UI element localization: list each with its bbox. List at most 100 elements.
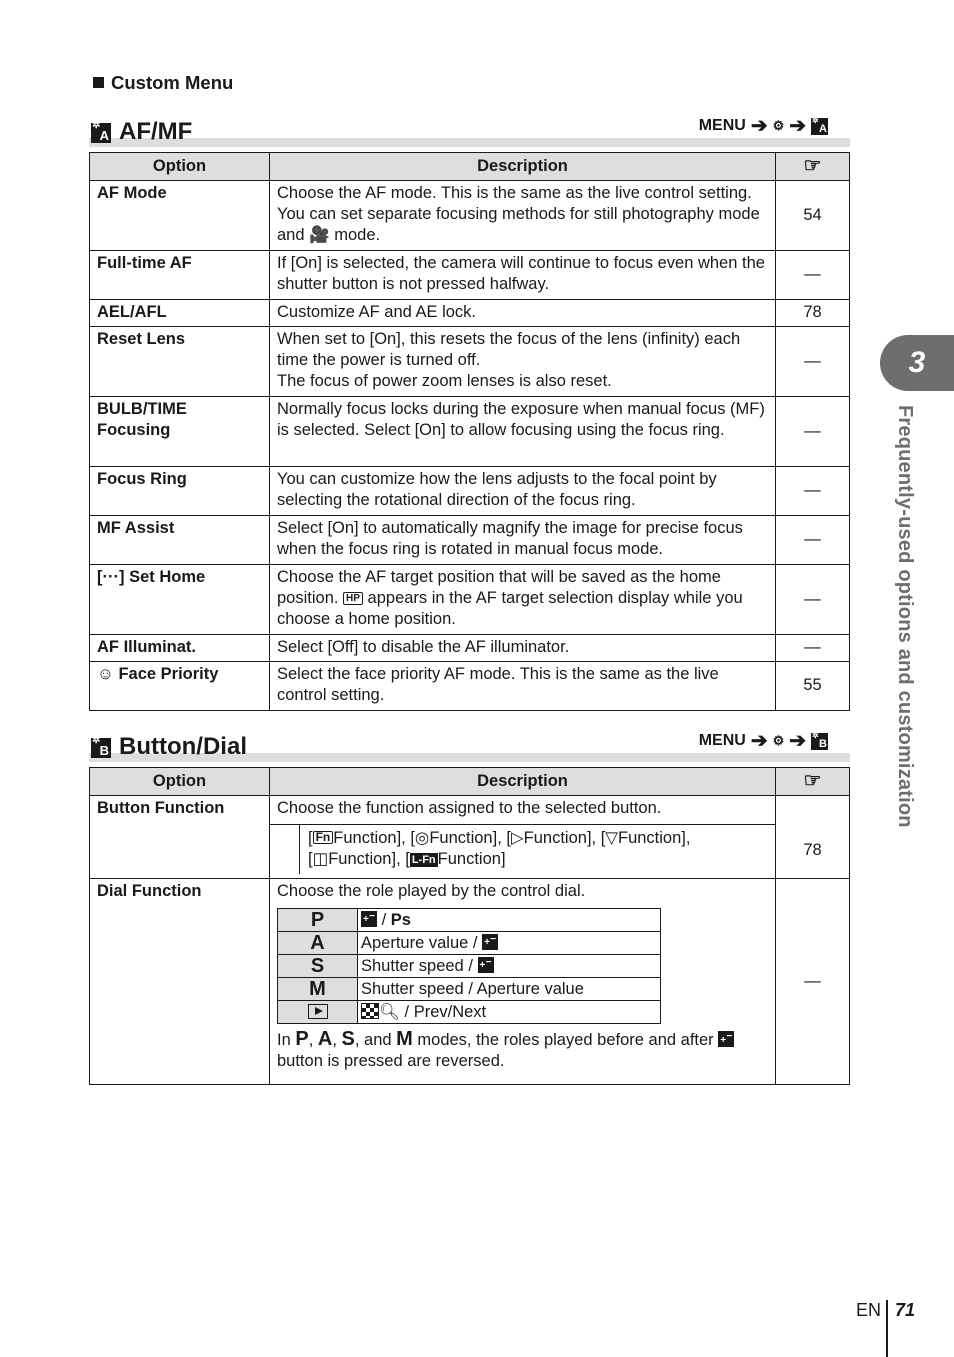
header-description: Description bbox=[269, 152, 776, 181]
right-arrow-button-icon: ▷ bbox=[510, 829, 524, 847]
menu-label: MENU bbox=[698, 117, 746, 134]
page-ref: — bbox=[775, 634, 850, 662]
option-description: Normally focus locks during the exposure… bbox=[269, 396, 776, 467]
option-name: AEL/AFL bbox=[89, 299, 270, 327]
table-row: ☺ Face Priority Select the face priority… bbox=[89, 661, 850, 711]
fn-button-icon: Fn bbox=[312, 831, 334, 844]
dial-row: A Aperture value / + − bbox=[277, 931, 661, 955]
exposure-compensation-icon: + − bbox=[482, 934, 499, 950]
option-name: AF Illuminat. bbox=[89, 634, 270, 662]
exposure-compensation-icon: + − bbox=[361, 911, 377, 927]
option-name: BULB/TIME Focusing bbox=[89, 396, 270, 467]
playback-icon bbox=[307, 1004, 328, 1019]
footer-divider bbox=[886, 1300, 888, 1357]
option-name: Full-time AF bbox=[89, 250, 270, 300]
option-description: Choose the function assigned to the sele… bbox=[269, 795, 776, 879]
table-row: Focus Ring You can customize how the len… bbox=[89, 466, 850, 516]
option-description: Select [Off] to disable the AF illuminat… bbox=[269, 634, 776, 662]
table-header-row: Option Description ☞ bbox=[89, 152, 850, 181]
bullet-square-icon bbox=[93, 77, 104, 88]
down-arrow-button-icon: ▽ bbox=[605, 829, 618, 847]
dial-mode-table: P + − / Ps A Aperture value / + − S Shutte… bbox=[277, 908, 661, 1024]
page-ref: — bbox=[775, 515, 850, 565]
magnify-icon: 🔍︎ bbox=[379, 1003, 400, 1021]
option-description: If [On] is selected, the camera will con… bbox=[269, 250, 776, 300]
table-row: AEL/AFL Customize AF and AE lock. 78 bbox=[89, 299, 850, 327]
custom-menu-gear-icon: ⚙ bbox=[772, 118, 785, 133]
option-name: Reset Lens bbox=[89, 326, 270, 397]
table-row: Dial Function Choose the role played by … bbox=[89, 878, 850, 1085]
option-description: Customize AF and AE lock. bbox=[269, 299, 776, 327]
table-row: AF Mode Choose the AF mode. This is the … bbox=[89, 180, 850, 251]
option-name: [···] Set Home bbox=[89, 564, 270, 635]
mode-playback bbox=[277, 1000, 358, 1024]
option-description: You can customize how the lens adjusts t… bbox=[269, 466, 776, 516]
table-row: AF Illuminat. Select [Off] to disable th… bbox=[89, 634, 850, 662]
af-target-icon: [···] bbox=[97, 568, 125, 586]
mode-A: A bbox=[277, 931, 358, 955]
arrow-right-icon: ➔ bbox=[789, 115, 806, 137]
table-row: Reset Lens When set to [On], this resets… bbox=[89, 326, 850, 397]
table-header-row: Option Description ☞ bbox=[89, 767, 850, 796]
option-description: When set to [On], this resets the focus … bbox=[269, 326, 776, 397]
afmf-table: Option Description ☞ AF Mode Choose the … bbox=[89, 152, 850, 711]
arrow-right-icon: ➔ bbox=[789, 730, 806, 752]
option-name: AF Mode bbox=[89, 180, 270, 251]
page-ref: — bbox=[775, 396, 850, 467]
afmf-section-header: ✲ A AF/MF MENU ➔ ⚙ ➔ ✲ A bbox=[89, 115, 850, 147]
dial-row: M Shutter speed / Aperture value bbox=[277, 977, 661, 1001]
section-bar bbox=[89, 138, 850, 147]
header-description: Description bbox=[269, 767, 776, 796]
option-description: Choose the AF target position that will … bbox=[269, 564, 776, 635]
buttondial-table: Option Description ☞ Button Function Cho… bbox=[89, 767, 850, 1085]
page-number: 71 bbox=[895, 1300, 916, 1320]
arrow-pad-icon: ◫ bbox=[312, 850, 329, 868]
header-reference: ☞ bbox=[775, 152, 850, 181]
record-button-icon: ◎ bbox=[414, 829, 430, 847]
page-reference-hand-icon: ☞ bbox=[803, 769, 822, 792]
dial-role: Shutter speed / Aperture value bbox=[357, 977, 661, 1001]
exposure-compensation-icon: + − bbox=[477, 957, 494, 973]
buttondial-section-header: ✲ B Button/Dial MENU ➔ ⚙ ➔ ✲ B bbox=[89, 730, 850, 762]
option-description: Choose the role played by the control di… bbox=[269, 878, 776, 1085]
page-ref: 78 bbox=[775, 795, 850, 879]
option-description: Select [On] to automatically magnify the… bbox=[269, 515, 776, 565]
table-row: MF Assist Select [On] to automatically m… bbox=[89, 515, 850, 565]
arrow-right-icon: ➔ bbox=[750, 730, 768, 752]
option-name: ☺ Face Priority bbox=[89, 661, 270, 711]
dial-note: In P, A, S, and M modes, the roles playe… bbox=[277, 1028, 735, 1070]
arrow-right-icon: ➔ bbox=[750, 115, 768, 137]
custom-menu-B-icon: ✲ B bbox=[91, 735, 111, 758]
index-view-icon bbox=[361, 1003, 379, 1019]
header-option: Option bbox=[89, 152, 270, 181]
lens-fn-icon: L-Fn bbox=[409, 853, 438, 867]
page-ref: — bbox=[775, 466, 850, 516]
buttondial-title: ✲ B Button/Dial bbox=[91, 733, 247, 760]
page-ref: — bbox=[775, 326, 850, 397]
option-description: Select the face priority AF mode. This i… bbox=[269, 661, 776, 711]
custom-menu-B-icon: ✲ B bbox=[811, 730, 828, 750]
chapter-title-vertical: Frequently-used options and customizatio… bbox=[894, 405, 916, 828]
dial-row: 🔍︎ / Prev/Next bbox=[277, 1000, 661, 1024]
dial-role: 🔍︎ / Prev/Next bbox=[357, 1000, 661, 1024]
afmf-menu-path: MENU ➔ ⚙ ➔ ✲ A bbox=[698, 115, 828, 137]
mode-P: P bbox=[277, 908, 358, 932]
dial-role: Shutter speed / + − bbox=[357, 954, 661, 978]
option-description: Choose the AF mode. This is the same as … bbox=[269, 180, 776, 251]
mode-S: S bbox=[277, 954, 358, 978]
header-reference: ☞ bbox=[775, 767, 850, 796]
afmf-title: ✲ A AF/MF bbox=[91, 118, 193, 145]
page-ref: 54 bbox=[775, 180, 850, 251]
header-option: Option bbox=[89, 767, 270, 796]
option-name: Dial Function bbox=[89, 878, 270, 1085]
page-ref: — bbox=[775, 878, 850, 1085]
exposure-compensation-icon: + − bbox=[718, 1031, 735, 1047]
table-row: Button Function Choose the function assi… bbox=[89, 795, 850, 879]
table-row: Full-time AF If [On] is selected, the ca… bbox=[89, 250, 850, 300]
option-name: Button Function bbox=[89, 795, 270, 879]
movie-camera-icon: 🎥 bbox=[309, 226, 330, 244]
custom-menu-A-icon: ✲ A bbox=[91, 120, 111, 143]
table-row: [···] Set Home Choose the AF target posi… bbox=[89, 564, 850, 635]
dial-row: S Shutter speed / + − bbox=[277, 954, 661, 978]
footer-language: EN bbox=[856, 1300, 882, 1320]
